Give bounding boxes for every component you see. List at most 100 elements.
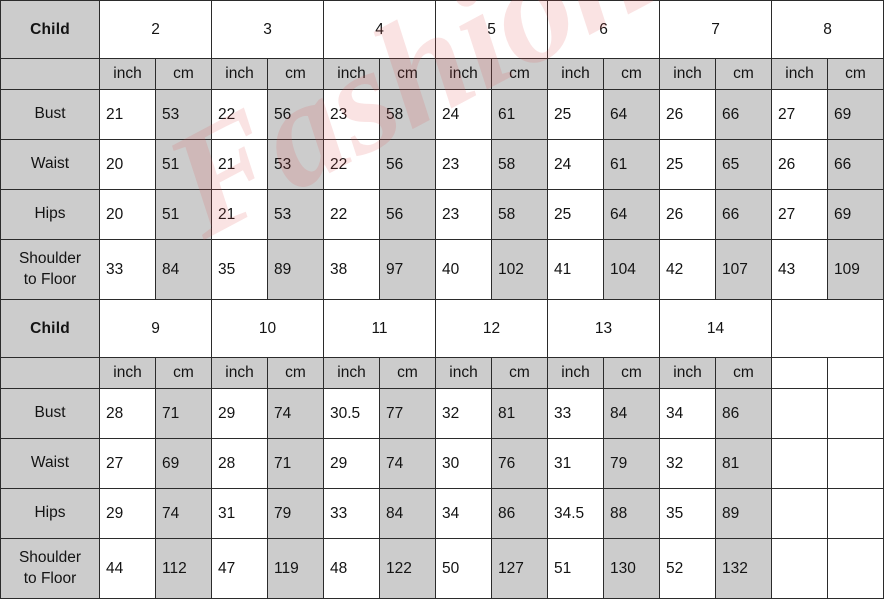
value-cell-inch: 21: [99, 89, 156, 140]
row-label-line2: to Floor: [23, 270, 77, 288]
value-cell-cm: 88: [603, 488, 660, 539]
value-cell-cm: 58: [491, 139, 548, 190]
unit-label-cm: cm: [715, 357, 772, 389]
unit-label-cm: cm: [267, 58, 324, 90]
table-row: Waist 20 51 21 53 22 56 23 58 24 61 25 65 26 66: [0, 139, 884, 190]
value-cell-cm: 61: [603, 139, 660, 190]
value-cell-inch: 43: [771, 239, 828, 300]
value-cell-inch: 44: [99, 538, 156, 599]
value-cell-cm: 66: [715, 89, 772, 140]
value-cell-inch: 34: [659, 388, 716, 439]
value-cell-cm: 65: [715, 139, 772, 190]
unit-label-inch: inch: [211, 357, 268, 389]
value-cell-inch: 32: [435, 388, 492, 439]
value-cell-inch: 22: [211, 89, 268, 140]
table-row: Waist 27 69 28 71 29 74 30 76 31 79 32 81: [0, 438, 884, 489]
size-chart-container: Child 2 3 4 5 6 7 8 inch cm inch cm inch cm inch cm inch…: [0, 0, 886, 599]
value-cell-cm: 74: [267, 388, 324, 439]
unit-label-cm: cm: [715, 58, 772, 90]
value-cell-inch: 41: [547, 239, 604, 300]
value-cell-inch: 23: [323, 89, 380, 140]
value-cell-cm: 86: [715, 388, 772, 439]
value-cell-inch: 28: [99, 388, 156, 439]
value-cell-inch: 42: [659, 239, 716, 300]
value-cell-inch: 38: [323, 239, 380, 300]
row-label: Waist: [0, 139, 100, 190]
table-row: Shoulder to Floor 33 84 35 89 38 97 40 102 41 104 42…: [0, 239, 884, 300]
value-cell-inch: 33: [323, 488, 380, 539]
row-label: Shoulder to Floor: [0, 239, 100, 300]
unit-row-corner: [0, 58, 100, 90]
value-cell-cm: 127: [491, 538, 548, 599]
row-label-line2: to Floor: [23, 569, 77, 587]
unit-label-inch: inch: [323, 58, 380, 90]
unit-label-cm: cm: [155, 58, 212, 90]
value-cell-cm: 81: [491, 388, 548, 439]
value-cell-cm: 84: [155, 239, 212, 300]
size-header-cell: 10: [211, 299, 324, 358]
value-cell-cm: 56: [379, 189, 436, 240]
value-cell-cm: 66: [715, 189, 772, 240]
empty-value-cell: [771, 538, 828, 599]
empty-value-cell: [827, 538, 884, 599]
empty-header-cell: [771, 299, 884, 358]
value-cell-inch: 28: [211, 438, 268, 489]
value-cell-cm: 61: [491, 89, 548, 140]
unit-label-cm: cm: [491, 58, 548, 90]
unit-label-inch: inch: [771, 58, 828, 90]
size-header-cell: 2: [99, 0, 212, 59]
value-cell-inch: 35: [211, 239, 268, 300]
value-cell-cm: 130: [603, 538, 660, 599]
size-header-cell: 9: [99, 299, 212, 358]
value-cell-cm: 77: [379, 388, 436, 439]
value-cell-inch: 25: [547, 189, 604, 240]
value-cell-cm: 51: [155, 189, 212, 240]
value-cell-inch: 26: [659, 189, 716, 240]
table-row: Hips 20 51 21 53 22 56 23 58 25 64 26 66 27 69: [0, 189, 884, 240]
unit-label-cm: cm: [603, 357, 660, 389]
value-cell-inch: 27: [771, 89, 828, 140]
unit-label-inch: inch: [547, 357, 604, 389]
value-cell-cm: 71: [267, 438, 324, 489]
value-cell-cm: 119: [267, 538, 324, 599]
size-header-cell: 6: [547, 0, 660, 59]
row-label: Hips: [0, 488, 100, 539]
value-cell-cm: 81: [715, 438, 772, 489]
value-cell-inch: 24: [435, 89, 492, 140]
unit-label-inch: inch: [659, 58, 716, 90]
value-cell-inch: 29: [211, 388, 268, 439]
row-label: Shoulder to Floor: [0, 538, 100, 599]
value-cell-cm: 58: [491, 189, 548, 240]
value-cell-inch: 47: [211, 538, 268, 599]
unit-label-cm: cm: [827, 58, 884, 90]
size-header-cell: 12: [435, 299, 548, 358]
value-cell-cm: 86: [491, 488, 548, 539]
table-row: Bust 28 71 29 74 30.5 77 32 81 33 84 34 86: [0, 388, 884, 439]
value-cell-cm: 132: [715, 538, 772, 599]
unit-label-cm: cm: [379, 58, 436, 90]
unit-label-inch: inch: [435, 357, 492, 389]
value-cell-cm: 112: [155, 538, 212, 599]
value-cell-cm: 58: [379, 89, 436, 140]
value-cell-cm: 53: [267, 189, 324, 240]
empty-value-cell: [827, 388, 884, 439]
value-cell-inch: 52: [659, 538, 716, 599]
value-cell-cm: 76: [491, 438, 548, 489]
value-cell-cm: 69: [827, 189, 884, 240]
value-cell-cm: 84: [379, 488, 436, 539]
value-cell-inch: 24: [547, 139, 604, 190]
unit-label-inch: inch: [435, 58, 492, 90]
value-cell-inch: 23: [435, 189, 492, 240]
unit-label-inch: inch: [547, 58, 604, 90]
value-cell-inch: 22: [323, 189, 380, 240]
value-cell-cm: 79: [603, 438, 660, 489]
unit-label-cm: cm: [155, 357, 212, 389]
value-cell-cm: 66: [827, 139, 884, 190]
size-header-cell: 4: [323, 0, 436, 59]
unit-header-row: inch cm inch cm inch cm inch cm inch cm inch cm: [0, 357, 884, 389]
value-cell-inch: 20: [99, 189, 156, 240]
row-label: Waist: [0, 438, 100, 489]
unit-row-corner: [0, 357, 100, 389]
unit-label-inch: inch: [659, 357, 716, 389]
empty-value-cell: [827, 488, 884, 539]
